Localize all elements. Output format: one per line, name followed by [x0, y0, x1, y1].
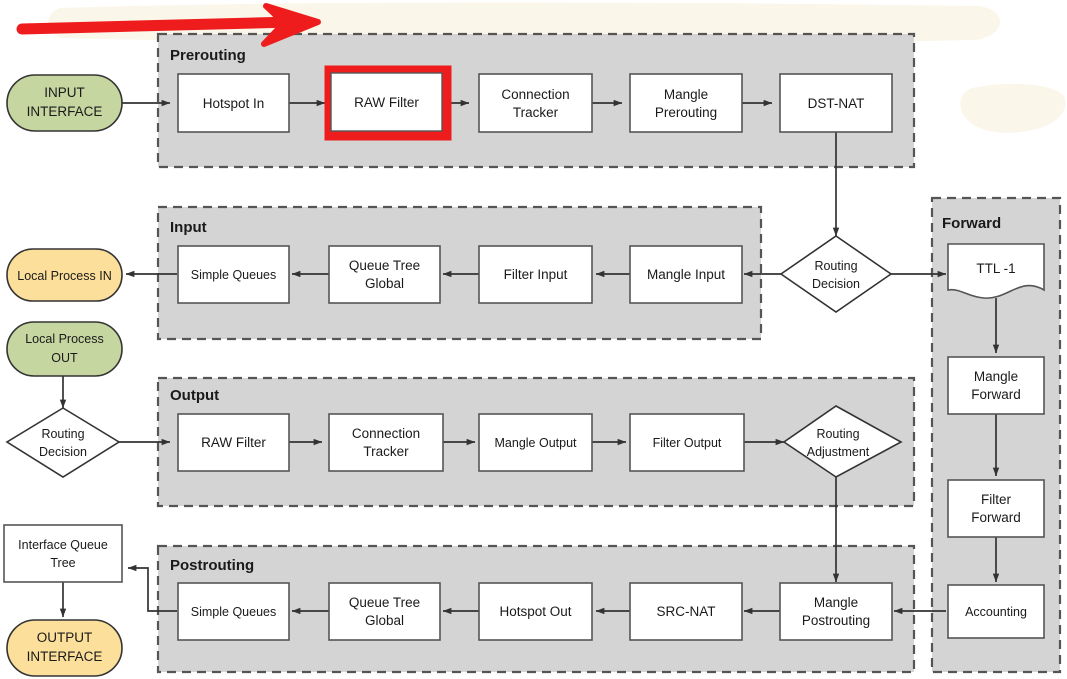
- zone-input-label: Input: [170, 219, 207, 236]
- node-ttl-minus-1-label: TTL -1: [976, 261, 1015, 276]
- node-connection-tracker-output[interactable]: Connection Tracker: [328, 413, 444, 472]
- packet-flow-diagram: Prerouting Input Forward Output Postrout…: [0, 0, 1067, 679]
- terminal-output-interface-line1: OUTPUT: [37, 630, 93, 645]
- zone-forward-label: Forward: [942, 215, 1001, 232]
- node-accounting[interactable]: Accounting: [947, 584, 1045, 639]
- node-raw-filter-prerouting[interactable]: RAW Filter: [324, 65, 452, 141]
- decision-routing-decision-output-line1: Routing: [41, 427, 84, 441]
- node-connection-tracker-prerouting-line2: Tracker: [513, 105, 559, 120]
- node-mangle-prerouting-line1: Mangle: [664, 87, 708, 102]
- node-filter-forward-line2: Forward: [971, 510, 1021, 525]
- terminal-local-process-out[interactable]: Local Process OUT: [6, 321, 123, 377]
- node-filter-input[interactable]: Filter Input: [478, 245, 593, 304]
- node-queue-tree-global-input[interactable]: Queue Tree Global: [328, 245, 441, 304]
- node-dst-nat[interactable]: DST-NAT: [779, 73, 893, 133]
- terminal-local-process-out-line2: OUT: [51, 351, 78, 365]
- node-interface-queue-tree[interactable]: Interface Queue Tree: [3, 524, 123, 583]
- node-raw-filter-prerouting-label: RAW Filter: [354, 95, 419, 110]
- node-filter-input-label: Filter Input: [504, 267, 568, 282]
- node-queue-tree-global-postrouting-line1: Queue Tree: [349, 595, 420, 610]
- node-connection-tracker-output-line1: Connection: [352, 426, 420, 441]
- decision-routing-adjustment-line2: Adjustment: [807, 445, 870, 459]
- node-mangle-input-label: Mangle Input: [647, 267, 725, 282]
- node-mangle-postrouting-line2: Postrouting: [802, 613, 870, 628]
- node-dst-nat-label: DST-NAT: [808, 96, 865, 111]
- terminal-output-interface-line2: INTERFACE: [27, 649, 103, 664]
- zone-output-label: Output: [170, 387, 219, 404]
- decision-routing-adjustment-line1: Routing: [816, 427, 859, 441]
- node-mangle-forward[interactable]: Mangle Forward: [947, 356, 1045, 415]
- node-mangle-forward-line1: Mangle: [974, 369, 1018, 384]
- decision-routing-decision-main-line2: Decision: [812, 277, 860, 291]
- node-filter-forward[interactable]: Filter Forward: [947, 479, 1045, 538]
- terminal-input-interface[interactable]: INPUT INTERFACE: [6, 74, 123, 132]
- node-simple-queues-input[interactable]: Simple Queues: [177, 245, 290, 304]
- terminal-local-process-in-label: Local Process IN: [17, 269, 111, 283]
- node-queue-tree-global-input-line1: Queue Tree: [349, 258, 420, 273]
- node-hotspot-in[interactable]: Hotspot In: [177, 73, 290, 133]
- terminal-input-interface-line1: INPUT: [44, 85, 85, 100]
- terminal-input-interface-line2: INTERFACE: [27, 104, 103, 119]
- node-mangle-prerouting[interactable]: Mangle Prerouting: [629, 73, 743, 133]
- node-mangle-prerouting-line2: Prerouting: [655, 105, 717, 120]
- node-mangle-postrouting[interactable]: Mangle Postrouting: [779, 582, 893, 641]
- node-interface-queue-tree-line1: Interface Queue: [18, 538, 108, 552]
- node-raw-filter-output-label: RAW Filter: [201, 435, 266, 450]
- node-queue-tree-global-input-line2: Global: [365, 276, 404, 291]
- node-accounting-label: Accounting: [965, 605, 1027, 619]
- node-connection-tracker-output-line2: Tracker: [363, 444, 409, 459]
- node-mangle-output-label: Mangle Output: [495, 436, 578, 450]
- node-connection-tracker-prerouting[interactable]: Connection Tracker: [478, 73, 593, 133]
- node-interface-queue-tree-line2: Tree: [50, 556, 75, 570]
- zone-prerouting-label: Prerouting: [170, 47, 246, 64]
- node-connection-tracker-prerouting-line1: Connection: [501, 87, 569, 102]
- node-simple-queues-input-label: Simple Queues: [191, 268, 276, 282]
- node-hotspot-out-label: Hotspot Out: [499, 604, 571, 619]
- terminal-local-process-in[interactable]: Local Process IN: [6, 248, 123, 302]
- decision-routing-decision-output-line2: Decision: [39, 445, 87, 459]
- node-raw-filter-output[interactable]: RAW Filter: [177, 413, 290, 472]
- node-mangle-output[interactable]: Mangle Output: [478, 413, 593, 472]
- decision-routing-decision-main-line1: Routing: [814, 259, 857, 273]
- zone-postrouting-label: Postrouting: [170, 557, 254, 574]
- terminal-output-interface[interactable]: OUTPUT INTERFACE: [6, 619, 123, 677]
- node-src-nat-label: SRC-NAT: [657, 604, 716, 619]
- node-simple-queues-postrouting-label: Simple Queues: [191, 605, 276, 619]
- node-filter-output[interactable]: Filter Output: [629, 413, 745, 472]
- node-filter-forward-line1: Filter: [981, 492, 1012, 507]
- node-hotspot-out[interactable]: Hotspot Out: [478, 582, 593, 641]
- node-mangle-postrouting-line1: Mangle: [814, 595, 858, 610]
- node-src-nat[interactable]: SRC-NAT: [629, 582, 743, 641]
- node-queue-tree-global-postrouting[interactable]: Queue Tree Global: [328, 582, 441, 641]
- node-simple-queues-postrouting[interactable]: Simple Queues: [177, 582, 290, 641]
- node-queue-tree-global-postrouting-line2: Global: [365, 613, 404, 628]
- terminal-local-process-out-line1: Local Process: [25, 332, 104, 346]
- node-mangle-input[interactable]: Mangle Input: [629, 245, 743, 304]
- node-mangle-forward-line2: Forward: [971, 387, 1021, 402]
- node-hotspot-in-label: Hotspot In: [203, 96, 265, 111]
- node-filter-output-label: Filter Output: [653, 436, 722, 450]
